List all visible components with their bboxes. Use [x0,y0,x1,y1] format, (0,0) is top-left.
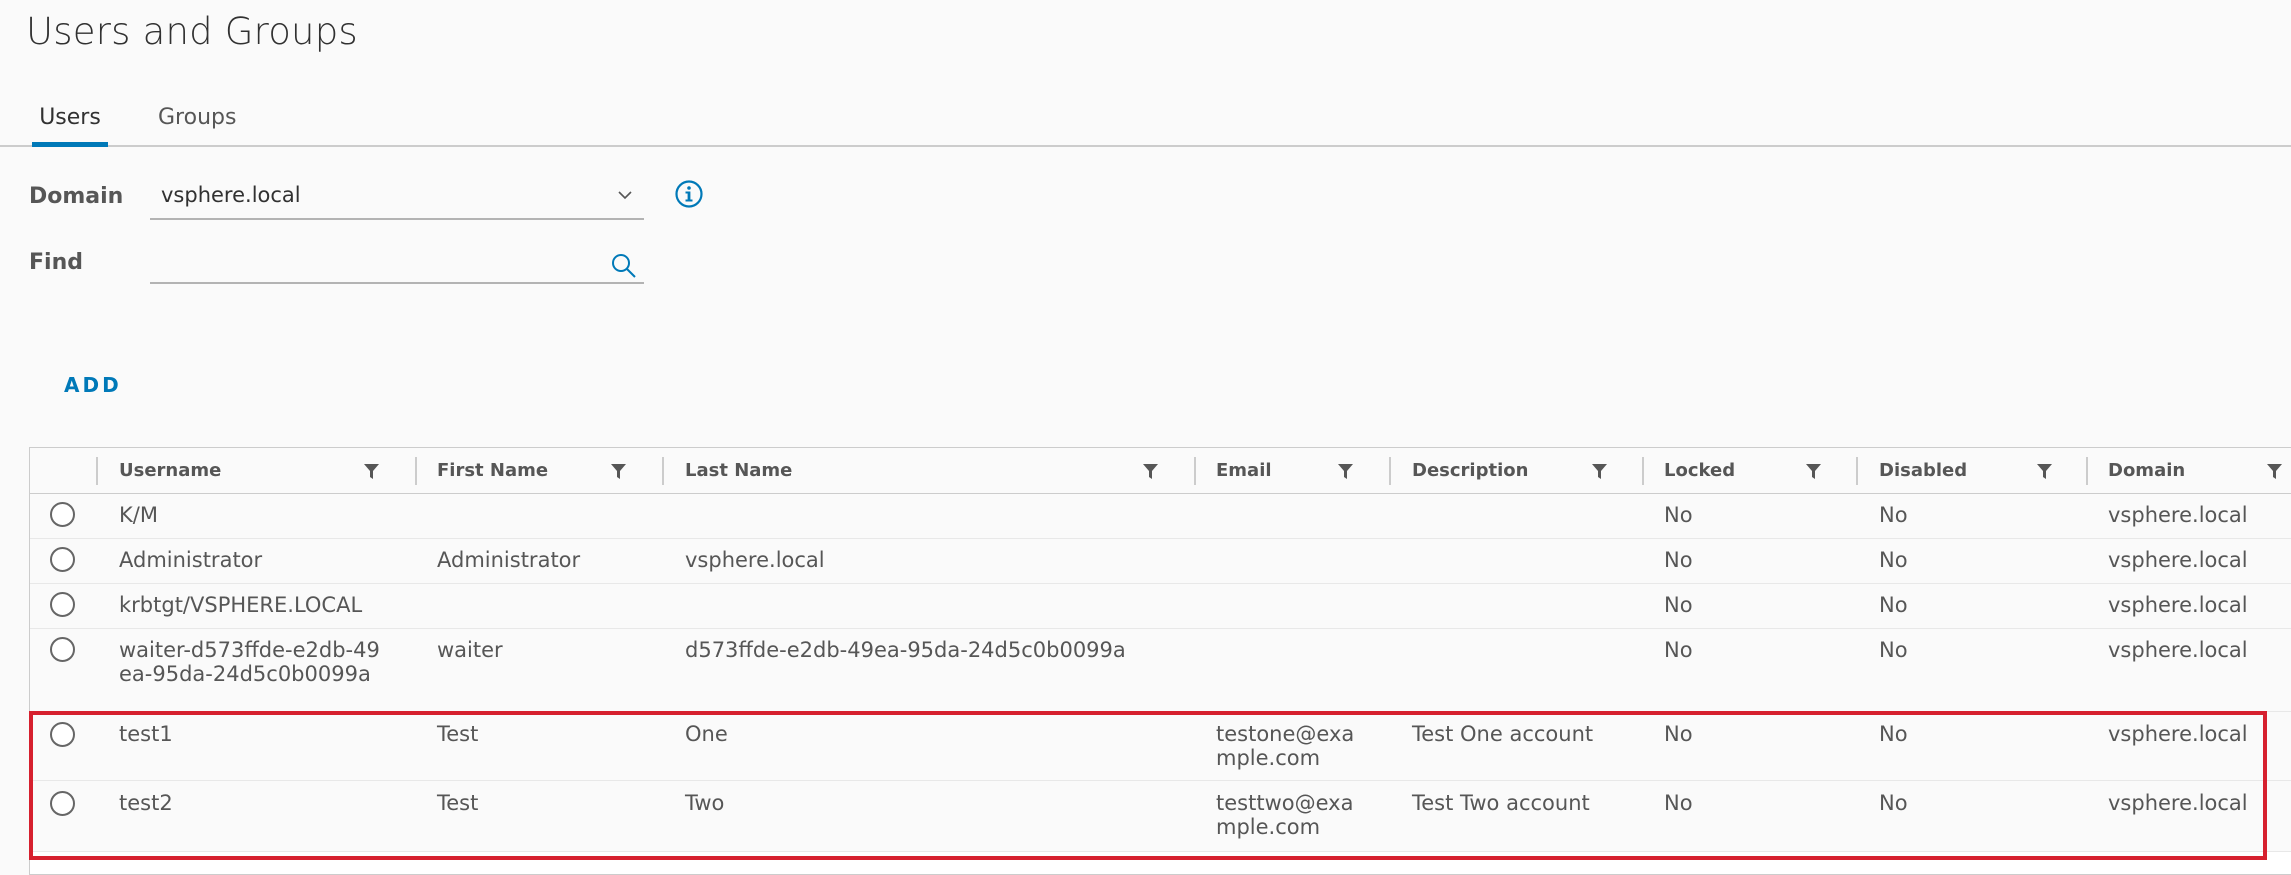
cell-last-name: Two [685,791,725,815]
row-select-radio[interactable] [50,502,75,527]
filter-icon[interactable] [2266,463,2283,480]
find-label: Find [29,250,83,275]
cell-domain: vsphere.local [2108,722,2248,746]
cell-disabled: No [1879,791,1908,815]
cell-domain: vsphere.local [2108,638,2248,662]
cell-description: Test Two account [1412,791,1590,815]
column-header-email[interactable]: Email [1216,448,1272,493]
filter-icon[interactable] [1591,463,1608,480]
cell-username: Administrator [119,548,263,572]
column-header-username[interactable]: Username [119,448,221,493]
cell-disabled: No [1879,503,1908,527]
column-separator[interactable] [1856,457,1858,485]
cell-disabled: No [1879,548,1908,572]
find-input[interactable] [150,246,644,284]
column-header-first-name[interactable]: First Name [437,448,548,493]
cell-last-name: d573ffde-e2db-49ea-95da-24d5c0b0099a [685,638,1126,662]
filter-icon[interactable] [1142,463,1159,480]
domain-select[interactable]: vsphere.local [150,180,644,220]
table-row[interactable]: Administrator Administrator vsphere.loca… [30,539,2291,584]
grid-header: Username First Name Last Name Email Desc… [30,448,2291,494]
tab-groups[interactable]: Groups [158,98,236,145]
users-grid: Username First Name Last Name Email Desc… [29,447,2291,875]
search-icon[interactable] [610,252,638,280]
cell-last-name: One [685,722,728,746]
row-select-radio[interactable] [50,547,75,572]
row-select-radio[interactable] [50,722,75,747]
cell-locked: No [1664,791,1693,815]
row-select-radio[interactable] [50,592,75,617]
info-icon[interactable] [674,179,704,209]
cell-locked: No [1664,503,1693,527]
cell-first-name: Test [437,791,479,815]
filter-icon[interactable] [1805,463,1822,480]
row-select-radio[interactable] [50,791,75,816]
column-header-locked[interactable]: Locked [1664,448,1735,493]
cell-locked: No [1664,593,1693,617]
cell-domain: vsphere.local [2108,593,2248,617]
row-select-radio[interactable] [50,637,75,662]
table-row[interactable]: waiter-d573ffde-e2db-49ea-95da-24d5c0b00… [30,629,2291,712]
cell-last-name: vsphere.local [685,548,825,572]
cell-disabled: No [1879,593,1908,617]
cell-username: test1 [119,722,173,746]
filter-icon[interactable] [2036,463,2053,480]
column-header-description[interactable]: Description [1412,448,1528,493]
column-separator[interactable] [2086,457,2088,485]
tab-users[interactable]: Users [32,98,108,147]
cell-disabled: No [1879,638,1908,662]
cell-first-name: Test [437,722,479,746]
cell-email: testtwo@example.com [1216,791,1354,839]
cell-username: K/M [119,503,158,527]
cell-domain: vsphere.local [2108,503,2248,527]
cell-locked: No [1664,722,1693,746]
chevron-down-icon [618,191,632,200]
cell-description: Test One account [1412,722,1594,746]
cell-locked: No [1664,638,1693,662]
cell-locked: No [1664,548,1693,572]
cell-first-name: waiter [437,638,503,662]
cell-username: krbtgt/VSPHERE.LOCAL [119,593,363,617]
cell-username: waiter-d573ffde-e2db-49ea-95da-24d5c0b00… [119,638,380,686]
filter-icon[interactable] [363,463,380,480]
filter-icon[interactable] [610,463,627,480]
filter-icon[interactable] [1337,463,1354,480]
domain-label: Domain [29,184,124,209]
column-separator[interactable] [1194,457,1196,485]
cell-first-name: Administrator [437,548,581,572]
cell-email: testone@example.com [1216,722,1355,770]
column-header-disabled[interactable]: Disabled [1879,448,1967,493]
table-row[interactable]: test2 Test Two testtwo@example.com Test … [30,781,2291,852]
add-button[interactable]: ADD [50,368,136,402]
page-title: Users and Groups [26,10,358,53]
column-separator[interactable] [662,457,664,485]
cell-domain: vsphere.local [2108,791,2248,815]
column-separator[interactable] [1642,457,1644,485]
table-row[interactable]: K/M No No vsphere.local [30,494,2291,539]
cell-disabled: No [1879,722,1908,746]
column-header-last-name[interactable]: Last Name [685,448,792,493]
table-row[interactable]: krbtgt/VSPHERE.LOCAL No No vsphere.local [30,584,2291,629]
column-header-domain[interactable]: Domain [2108,448,2185,493]
table-row[interactable]: test1 Test One testone@example.com Test … [30,712,2291,781]
column-separator[interactable] [415,457,417,485]
cell-username: test2 [119,791,173,815]
cell-domain: vsphere.local [2108,548,2248,572]
column-separator[interactable] [96,457,98,485]
column-separator[interactable] [1389,457,1391,485]
domain-select-value: vsphere.local [161,183,301,207]
tab-bar: Users Groups [0,98,2291,147]
